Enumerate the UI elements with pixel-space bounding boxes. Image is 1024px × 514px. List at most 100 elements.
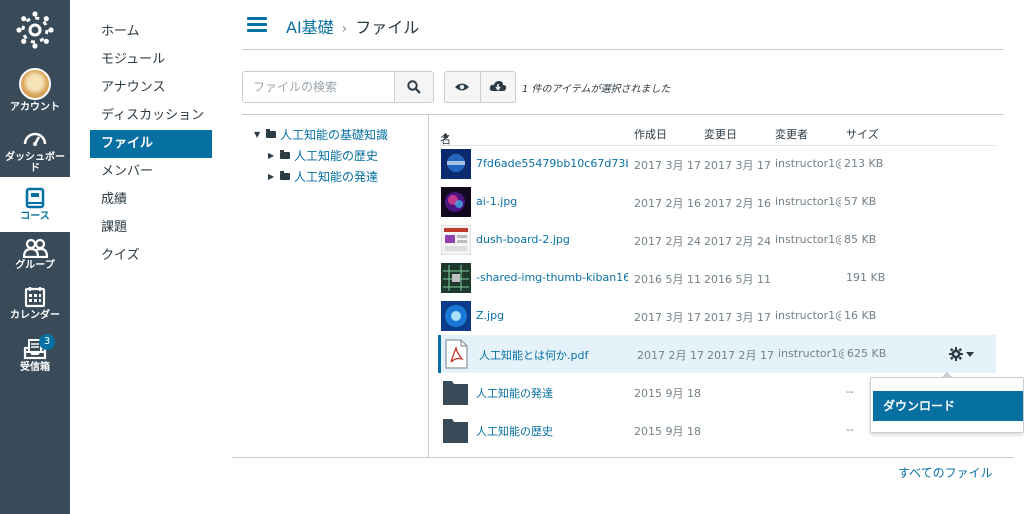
- canvas-logo-icon[interactable]: [15, 10, 55, 50]
- tree-item-label: 人工知能の発達: [294, 169, 379, 184]
- breadcrumb: AI基礎 › ファイル: [286, 14, 419, 38]
- content-divider: [242, 114, 1004, 115]
- folder-name-link[interactable]: 人工知能の発達: [476, 385, 628, 401]
- column-header-modified[interactable]: 変更日: [704, 126, 737, 142]
- modified-by: instructor1@b...: [778, 347, 844, 360]
- tree-item-history[interactable]: ▶ 人工知能の歴史: [268, 145, 388, 166]
- global-nav: アカウント ダッシュボード コース グループ カレンダー 受信箱 3: [0, 0, 70, 514]
- table-row[interactable]: 7fd6ade55479bb10c67d73b6... 2017 3月 17 2…: [438, 145, 996, 183]
- column-header-size[interactable]: サイズ: [846, 126, 879, 142]
- file-name-link[interactable]: ai-1.jpg: [476, 195, 628, 208]
- breadcrumb-course-link[interactable]: AI基礎: [286, 18, 334, 37]
- nav-groups-label: グループ: [15, 260, 55, 271]
- folder-tree: ▼ 人工知能の基礎知識 ▶ 人工知能の歴史 ▶ 人工知能の発達: [254, 124, 388, 187]
- file-name-link[interactable]: 人工知能とは何か.pdf: [479, 347, 631, 363]
- search-button[interactable]: [394, 72, 433, 102]
- course-nav-people[interactable]: メンバー: [90, 158, 212, 186]
- course-nav-grades[interactable]: 成績: [90, 186, 212, 214]
- course-nav: ホーム モジュール アナウンス ディスカッション ファイル メンバー 成績 課題…: [90, 18, 212, 270]
- course-nav-announcements[interactable]: アナウンス: [90, 74, 212, 102]
- file-search: [242, 71, 434, 103]
- footer-divider: [232, 457, 1014, 458]
- file-name-link[interactable]: 7fd6ade55479bb10c67d73b6...: [476, 157, 628, 170]
- folder-icon: [280, 150, 290, 159]
- nav-groups[interactable]: グループ: [0, 238, 70, 271]
- course-nav-modules[interactable]: モジュール: [90, 46, 212, 74]
- tree-item-development[interactable]: ▶ 人工知能の発達: [268, 166, 388, 187]
- nav-account[interactable]: アカウント: [0, 68, 70, 113]
- search-input[interactable]: [243, 72, 395, 102]
- settings-menu-button[interactable]: [949, 345, 979, 363]
- modified-by: instructor1@b...: [775, 195, 841, 208]
- created-date: 2017 2月 17: [637, 349, 704, 362]
- collapsed-caret-icon[interactable]: ▶: [268, 168, 278, 186]
- file-size: 85 KB: [844, 233, 877, 246]
- folder-icon: [443, 381, 468, 405]
- header-divider: [242, 49, 1004, 50]
- modified-date: 2017 2月 16: [704, 197, 771, 210]
- cloud-download-icon: [489, 81, 507, 91]
- column-header-modified-by[interactable]: 変更者: [775, 126, 808, 142]
- table-row[interactable]: ai-1.jpg 2017 2月 16 2017 2月 16 instructo…: [438, 183, 996, 221]
- selection-info: 1 件のアイテムが選択されました: [522, 84, 671, 95]
- download-button[interactable]: [479, 72, 515, 102]
- course-nav-home[interactable]: ホーム: [90, 18, 212, 46]
- nav-inbox[interactable]: 受信箱: [0, 338, 70, 373]
- expanded-caret-icon[interactable]: ▼: [254, 126, 264, 144]
- modified-date: 2017 2月 17: [707, 349, 774, 362]
- course-nav-files[interactable]: ファイル: [90, 130, 212, 158]
- course-nav-assignments[interactable]: 課題: [90, 214, 212, 242]
- download-menu-item[interactable]: ダウンロード: [873, 391, 1023, 421]
- dashboard-icon: [23, 132, 47, 146]
- folder-icon: [280, 171, 290, 180]
- selection-toolbar: [444, 71, 516, 103]
- nav-calendar[interactable]: カレンダー: [0, 286, 70, 321]
- avatar: [19, 68, 51, 100]
- file-name-link[interactable]: dush-board-2.jpg: [476, 233, 628, 246]
- preview-button[interactable]: [445, 72, 480, 102]
- modified-by: instructor1@b...: [775, 309, 841, 322]
- table-row[interactable]: dush-board-2.jpg 2017 2月 24 2017 2月 24 i…: [438, 221, 996, 259]
- image-thumbnail-icon: [441, 187, 471, 217]
- file-name-link[interactable]: -shared-img-thumb-kiban1603...: [476, 271, 628, 284]
- file-size: --: [846, 423, 854, 436]
- modified-by: instructor1@b...: [775, 157, 841, 170]
- collapsed-caret-icon[interactable]: ▶: [268, 147, 278, 165]
- file-size: 57 KB: [844, 195, 877, 208]
- folder-name-link[interactable]: 人工知能の歴史: [476, 423, 628, 439]
- modified-date: 2017 3月 17: [704, 311, 771, 324]
- created-date: 2015 9月 18: [634, 425, 701, 438]
- table-row[interactable]: -shared-img-thumb-kiban1603... 2016 5月 1…: [438, 259, 996, 297]
- table-row-selected[interactable]: 人工知能とは何か.pdf 2017 2月 17 2017 2月 17 instr…: [438, 335, 996, 373]
- folder-icon: [443, 419, 468, 443]
- tree-item-root[interactable]: ▼ 人工知能の基礎知識: [254, 124, 388, 145]
- created-date: 2017 2月 24: [634, 235, 701, 248]
- chevron-down-icon: [966, 351, 974, 357]
- breadcrumb-current: ファイル: [355, 18, 420, 37]
- file-name-link[interactable]: Z.jpg: [476, 309, 628, 322]
- column-header-created[interactable]: 作成日: [634, 126, 667, 142]
- course-nav-quizzes[interactable]: クイズ: [90, 242, 212, 270]
- image-thumbnail-icon: [441, 225, 471, 255]
- sort-ascending-icon: ▲: [443, 131, 449, 139]
- all-files-link[interactable]: すべてのファイル: [898, 464, 993, 481]
- tree-item-label: 人工知能の基礎知識: [280, 127, 389, 142]
- hamburger-menu-icon[interactable]: [247, 17, 267, 32]
- file-size: 213 KB: [844, 157, 884, 170]
- file-size: 625 KB: [847, 347, 887, 360]
- breadcrumb-separator: ›: [341, 21, 348, 37]
- created-date: 2017 3月 17: [634, 311, 701, 324]
- table-row[interactable]: Z.jpg 2017 3月 17 2017 3月 17 instructor1@…: [438, 297, 996, 335]
- course-nav-discussions[interactable]: ディスカッション: [90, 102, 212, 130]
- file-table-header: 名前▲ 作成日 変更日 変更者 サイズ: [440, 121, 996, 162]
- image-thumbnail-icon: [441, 301, 471, 331]
- file-context-menu: ダウンロード: [870, 372, 1024, 433]
- created-date: 2016 5月 11: [634, 273, 701, 286]
- image-thumbnail-icon: [441, 263, 471, 293]
- nav-inbox-label: 受信箱: [20, 362, 50, 373]
- nav-dashboard[interactable]: ダッシュボード: [0, 128, 70, 174]
- book-icon: [25, 187, 45, 209]
- eye-icon: [455, 83, 470, 91]
- tree-divider: [428, 114, 429, 457]
- nav-courses[interactable]: コース: [0, 177, 70, 232]
